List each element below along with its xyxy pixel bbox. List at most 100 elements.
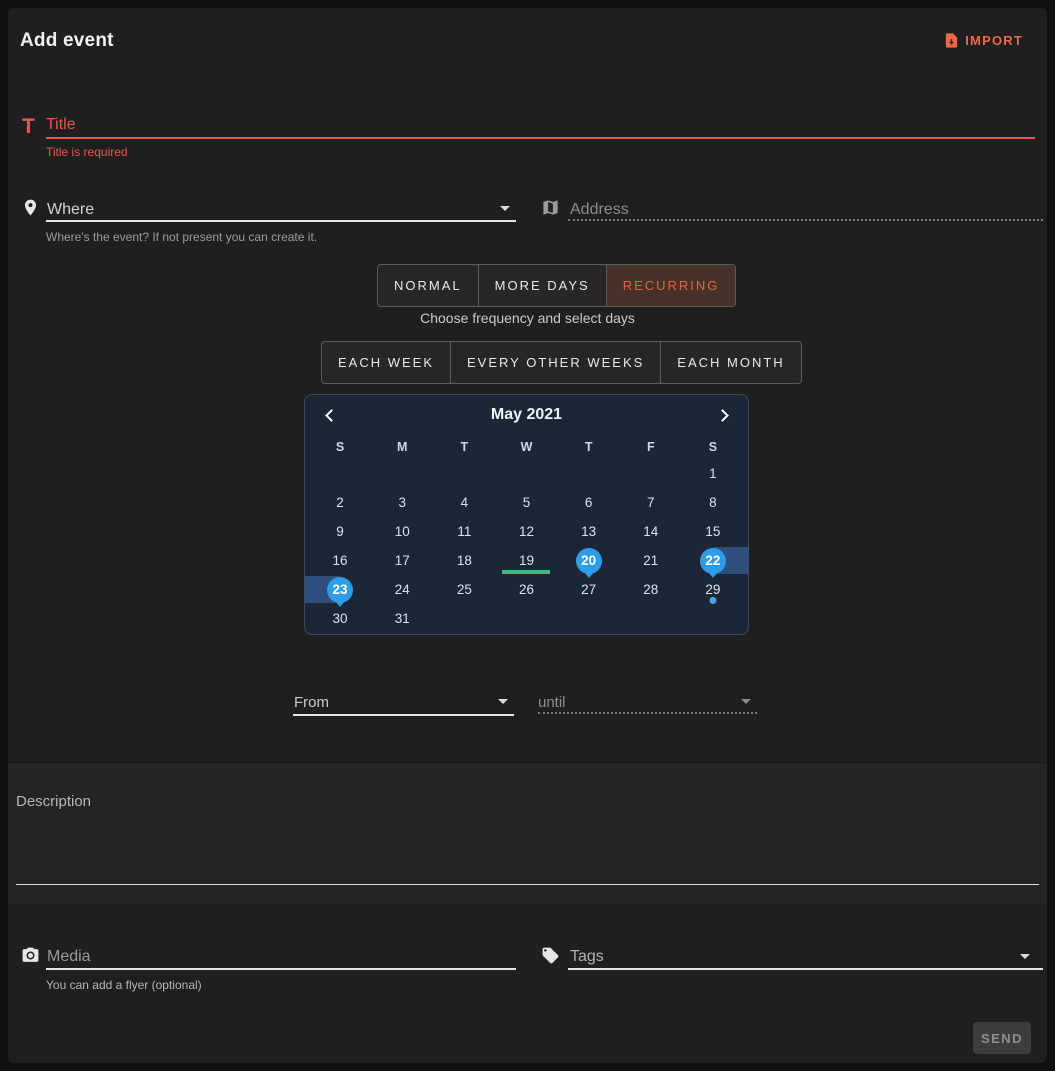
- calendar-day[interactable]: 7: [620, 488, 682, 517]
- until-time-select[interactable]: until: [538, 694, 566, 711]
- tags-select[interactable]: Tags: [570, 948, 604, 966]
- media-input[interactable]: Media: [47, 948, 91, 966]
- weekday-header: M: [371, 435, 433, 459]
- where-select[interactable]: Where: [47, 201, 94, 219]
- day-number: 2: [327, 490, 353, 516]
- title-input[interactable]: Title: [46, 116, 76, 134]
- calendar-day[interactable]: 8: [682, 488, 744, 517]
- calendar-day[interactable]: 21: [620, 546, 682, 575]
- calendar-day[interactable]: 30: [309, 604, 371, 633]
- calendar-day[interactable]: 5: [495, 488, 557, 517]
- calendar-day[interactable]: 2: [309, 488, 371, 517]
- tab-every-other-weeks[interactable]: EVERY OTHER WEEKS: [451, 342, 661, 383]
- calendar-day[interactable]: 22: [682, 546, 744, 575]
- import-file-icon: [943, 32, 960, 49]
- day-number: 5: [513, 490, 539, 516]
- tab-each-month[interactable]: EACH MONTH: [661, 342, 800, 383]
- address-underline: [568, 219, 1043, 221]
- from-dropdown-caret-icon[interactable]: [498, 699, 508, 704]
- day-number: 19: [513, 548, 539, 574]
- import-button[interactable]: IMPORT: [943, 32, 1023, 49]
- day-number: 1: [700, 461, 726, 487]
- day-number: 20: [576, 548, 602, 574]
- calendar-day[interactable]: 27: [558, 575, 620, 604]
- calendar-empty-cell: [620, 459, 682, 488]
- frequency-subtitle: Choose frequency and select days: [8, 310, 1047, 326]
- tab-each-week[interactable]: EACH WEEK: [322, 342, 451, 383]
- calendar-day[interactable]: 9: [309, 517, 371, 546]
- calendar-day[interactable]: 1: [682, 459, 744, 488]
- calendar-day[interactable]: 31: [371, 604, 433, 633]
- calendar-empty-cell: [682, 604, 744, 633]
- calendar-empty-cell: [558, 459, 620, 488]
- add-event-dialog: Add event IMPORT T Title Title is requir…: [8, 8, 1047, 1063]
- calendar-day[interactable]: 25: [433, 575, 495, 604]
- map-icon: [541, 198, 560, 217]
- day-number: 4: [451, 490, 477, 516]
- calendar-day[interactable]: 10: [371, 517, 433, 546]
- day-number: 29: [700, 577, 726, 603]
- where-helper-text: Where's the event? If not present you ca…: [46, 230, 317, 244]
- calendar-day[interactable]: 20: [558, 546, 620, 575]
- send-button[interactable]: SEND: [973, 1022, 1031, 1054]
- weekday-header: F: [620, 435, 682, 459]
- day-number: 30: [327, 606, 353, 632]
- calendar-empty-cell: [558, 604, 620, 633]
- date-picker-calendar: May 2021 SMTWTFS123456789101112131415161…: [304, 394, 749, 635]
- title-field-icon: T: [22, 115, 35, 139]
- tab-normal[interactable]: NORMAL: [378, 265, 479, 306]
- address-input[interactable]: Address: [570, 201, 629, 219]
- calendar-day[interactable]: 12: [495, 517, 557, 546]
- where-dropdown-caret-icon[interactable]: [500, 206, 510, 211]
- calendar-day[interactable]: 24: [371, 575, 433, 604]
- calendar-empty-cell: [495, 604, 557, 633]
- calendar-next-month-button[interactable]: [712, 403, 736, 427]
- weekday-header: T: [558, 435, 620, 459]
- calendar-day[interactable]: 11: [433, 517, 495, 546]
- calendar-day[interactable]: 15: [682, 517, 744, 546]
- description-underline: [16, 884, 1039, 886]
- tag-icon: [541, 946, 560, 965]
- media-helper-text: You can add a flyer (optional): [46, 978, 202, 992]
- day-number: 15: [700, 519, 726, 545]
- day-number: 31: [389, 606, 415, 632]
- day-number: 24: [389, 577, 415, 603]
- calendar-day[interactable]: 6: [558, 488, 620, 517]
- camera-icon: [21, 946, 40, 965]
- from-underline: [293, 714, 514, 716]
- calendar-day[interactable]: 26: [495, 575, 557, 604]
- calendar-day[interactable]: 23: [309, 575, 371, 604]
- calendar-day[interactable]: 19: [495, 546, 557, 575]
- calendar-day[interactable]: 28: [620, 575, 682, 604]
- calendar-day[interactable]: 18: [433, 546, 495, 575]
- tab-more-days[interactable]: MORE DAYS: [479, 265, 607, 306]
- calendar-day[interactable]: 13: [558, 517, 620, 546]
- tab-recurring[interactable]: RECURRING: [607, 265, 736, 306]
- day-number: 9: [327, 519, 353, 545]
- weekday-header: S: [682, 435, 744, 459]
- page-title: Add event: [20, 30, 114, 52]
- calendar-grid: SMTWTFS123456789101112131415161718192021…: [305, 435, 748, 633]
- title-error-text: Title is required: [46, 145, 128, 159]
- description-textarea[interactable]: Description: [16, 793, 91, 810]
- calendar-day[interactable]: 16: [309, 546, 371, 575]
- where-underline: [46, 220, 516, 222]
- calendar-month-label: May 2021: [305, 395, 748, 435]
- tags-dropdown-caret-icon[interactable]: [1020, 954, 1030, 959]
- calendar-empty-cell: [309, 459, 371, 488]
- calendar-empty-cell: [495, 459, 557, 488]
- day-number: 6: [576, 490, 602, 516]
- calendar-day[interactable]: 17: [371, 546, 433, 575]
- day-number: 8: [700, 490, 726, 516]
- from-time-select[interactable]: From: [294, 694, 329, 711]
- import-button-label: IMPORT: [965, 33, 1023, 48]
- day-number: 7: [638, 490, 664, 516]
- calendar-day[interactable]: 29: [682, 575, 744, 604]
- calendar-day[interactable]: 3: [371, 488, 433, 517]
- title-underline: [46, 137, 1035, 139]
- calendar-empty-cell: [371, 459, 433, 488]
- day-number: 22: [700, 548, 726, 574]
- day-number: 3: [389, 490, 415, 516]
- calendar-day[interactable]: 14: [620, 517, 682, 546]
- calendar-day[interactable]: 4: [433, 488, 495, 517]
